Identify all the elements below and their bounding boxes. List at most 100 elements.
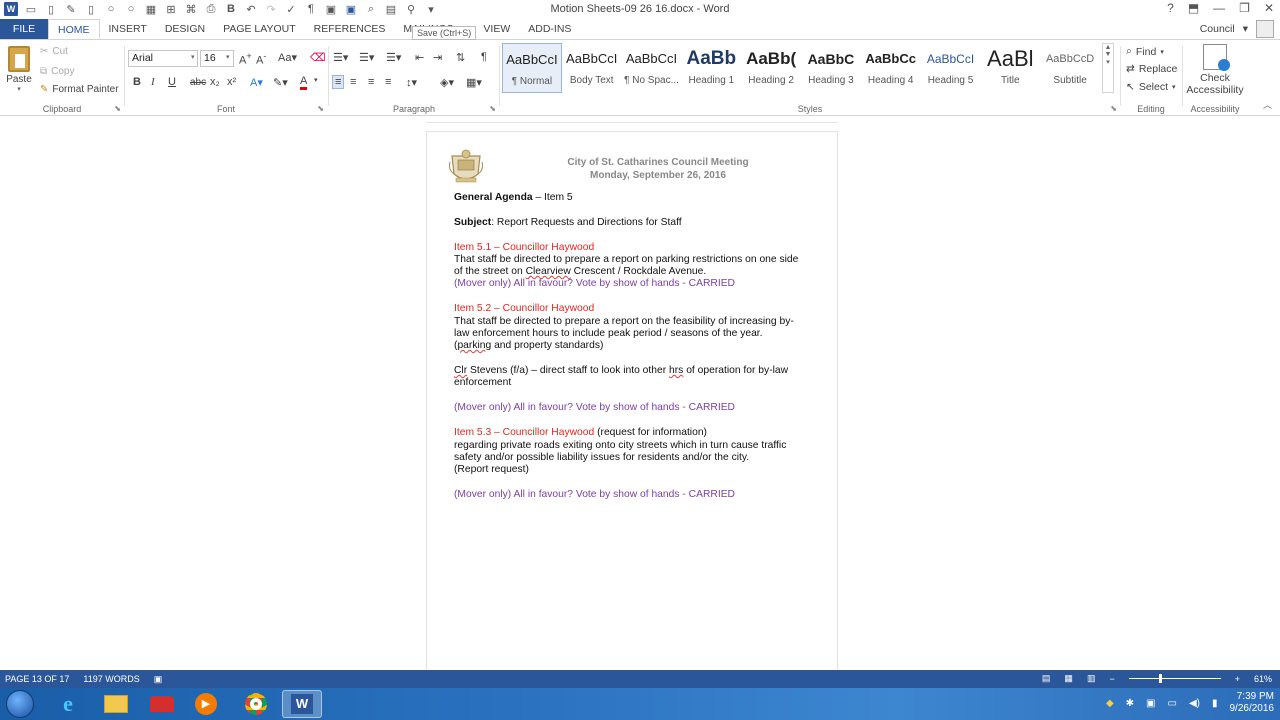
tab-insert[interactable]: INSERT xyxy=(100,19,156,39)
superscript-icon[interactable]: x² xyxy=(227,76,236,88)
zoom-in-button[interactable]: + xyxy=(1235,674,1240,684)
strikethrough-button[interactable]: abc xyxy=(190,77,206,88)
zoom-level[interactable]: 61% xyxy=(1254,674,1272,684)
italic-button[interactable]: I xyxy=(151,76,155,88)
start-button[interactable] xyxy=(6,690,34,718)
font-launcher-icon[interactable]: ⬊ xyxy=(317,104,324,113)
tab-view[interactable]: VIEW xyxy=(474,19,519,39)
system-tray: ◆ ✱ ▣ ▭ ◀) ▮ 7:39 PM 9/26/2016 xyxy=(1106,691,1274,715)
recorder-app-icon[interactable] xyxy=(142,690,182,718)
editing-group: Editing xyxy=(1121,40,1181,116)
item-5-2-title: Item 5.2 – Councillor Haywood xyxy=(454,303,595,314)
tray-shield-icon[interactable]: ◆ xyxy=(1106,698,1114,709)
clock-date: 9/26/2016 xyxy=(1229,703,1275,714)
avatar[interactable] xyxy=(1256,20,1274,38)
bold-button[interactable]: B xyxy=(133,76,141,88)
copy-button[interactable]: ⧉ Copy xyxy=(40,66,75,77)
proofing-icon[interactable]: ▣ xyxy=(154,674,163,685)
clipboard-launcher-icon[interactable]: ⬊ xyxy=(114,104,121,113)
increase-indent-icon[interactable]: ⇥ xyxy=(433,51,442,64)
account-name[interactable]: Council xyxy=(1200,19,1235,39)
zoom-slider[interactable] xyxy=(1128,674,1221,683)
decrease-indent-icon[interactable]: ⇤ xyxy=(415,51,424,64)
status-bar: PAGE 13 OF 17 1197 WORDS ▣ ▤ ▦ ▥ − + 61% xyxy=(0,670,1280,688)
line-spacing-icon[interactable]: ↕▾ xyxy=(406,76,417,89)
network-icon[interactable]: ▣ xyxy=(1146,698,1155,709)
font-color-icon[interactable]: A xyxy=(300,75,308,90)
grow-font-icon[interactable]: A+ xyxy=(239,51,252,67)
align-left-icon[interactable]: ≡ xyxy=(332,75,345,89)
highlight-icon[interactable]: ✎▾ xyxy=(273,76,288,89)
tab-references[interactable]: REFERENCES xyxy=(305,19,395,39)
item-5-1-vote: (Mover only) All in favour? Vote by show… xyxy=(454,278,735,289)
clr-stevens-line-2: enforcement xyxy=(454,377,512,388)
align-right-icon[interactable]: ≡ xyxy=(368,76,374,88)
multilevel-list-icon[interactable]: ☰▾ xyxy=(386,51,401,64)
power-icon[interactable]: ▮ xyxy=(1212,698,1218,709)
styles-launcher-icon[interactable]: ⬊ xyxy=(1110,104,1117,113)
subject-line: Subject: Report Requests and Directions … xyxy=(454,217,682,228)
align-center-icon[interactable]: ≡ xyxy=(350,76,356,88)
shading-icon[interactable]: ◈▾ xyxy=(440,76,454,89)
ribbon-tabs: FILE HOME INSERT DESIGN PAGE LAYOUT REFE… xyxy=(0,19,1280,39)
cut-button[interactable]: ✂ Cut xyxy=(40,46,68,57)
change-case-icon[interactable]: Aa▾ xyxy=(278,51,297,64)
word-count[interactable]: 1197 WORDS xyxy=(83,674,139,685)
display-icon[interactable]: ▭ xyxy=(1168,698,1177,709)
page-count[interactable]: PAGE 13 OF 17 xyxy=(5,674,69,685)
underline-button[interactable]: U xyxy=(168,76,176,88)
account-dropdown-icon[interactable]: ▾ xyxy=(1243,19,1248,39)
shrink-font-icon[interactable]: A- xyxy=(256,51,266,67)
web-layout-icon[interactable]: ▥ xyxy=(1087,673,1096,684)
collapse-ribbon-icon[interactable]: ︿ xyxy=(1263,98,1272,111)
doc-header-line2: Monday, September 26, 2016 xyxy=(590,170,726,181)
item-5-2-vote: (Mover only) All in favour? Vote by show… xyxy=(454,402,735,413)
file-explorer-icon[interactable] xyxy=(96,690,136,718)
document-page[interactable]: City of St. Catharines Council Meeting M… xyxy=(426,131,838,671)
scissors-icon: ✂ xyxy=(40,46,49,57)
paste-button[interactable]: Paste ▾ xyxy=(4,46,34,93)
tab-design[interactable]: DESIGN xyxy=(156,19,214,39)
doc-header-line1: City of St. Catharines Council Meeting xyxy=(567,157,749,168)
subscript-icon[interactable]: x₂ xyxy=(210,76,220,88)
chrome-icon[interactable] xyxy=(236,690,276,718)
volume-icon[interactable]: ◀) xyxy=(1189,698,1200,709)
clr-stevens-line-1: Clr Stevens (f/a) – direct staff to look… xyxy=(454,365,789,376)
tab-file[interactable]: FILE xyxy=(0,19,48,39)
zoom-out-button[interactable]: − xyxy=(1109,674,1114,684)
word-taskbar-icon[interactable]: W xyxy=(282,690,322,718)
media-player-icon[interactable]: ▶ xyxy=(186,690,226,718)
minimize-button[interactable]: — xyxy=(1213,1,1225,15)
read-mode-icon[interactable]: ▤ xyxy=(1042,673,1051,684)
print-layout-icon[interactable]: ▦ xyxy=(1064,673,1073,684)
ribbon-display-options-icon[interactable]: ⬒ xyxy=(1188,1,1199,15)
close-button[interactable]: ✕ xyxy=(1264,1,1274,15)
clock[interactable]: 7:39 PM 9/26/2016 xyxy=(1230,691,1275,715)
font-name-dropdown-icon[interactable]: ▾ xyxy=(191,53,195,61)
tab-add-ins[interactable]: ADD-INS xyxy=(519,19,580,39)
justify-icon[interactable]: ≡ xyxy=(385,76,391,88)
internet-explorer-icon[interactable]: e xyxy=(48,690,88,718)
text-effects-icon[interactable]: A▾ xyxy=(250,76,263,89)
document-canvas[interactable]: City of St. Catharines Council Meeting M… xyxy=(0,117,1280,671)
styles-group: Styles ⬊ xyxy=(500,40,1120,116)
clear-formatting-icon[interactable]: ⌫ xyxy=(310,51,326,64)
borders-icon[interactable]: ▦▾ xyxy=(466,76,482,89)
format-painter-button[interactable]: ✎ Format Painter xyxy=(40,84,119,95)
numbering-icon[interactable]: ☰▾ xyxy=(359,51,374,64)
font-size-dropdown-icon[interactable]: ▾ xyxy=(226,53,230,61)
font-color-dropdown-icon[interactable]: ▾ xyxy=(314,76,318,84)
font-name-combobox[interactable]: Arial xyxy=(128,50,198,67)
tab-page-layout[interactable]: PAGE LAYOUT xyxy=(214,19,305,39)
show-formatting-icon[interactable]: ¶ xyxy=(481,51,487,63)
paragraph-launcher-icon[interactable]: ⬊ xyxy=(489,104,496,113)
accessibility-group: Accessibility xyxy=(1183,40,1247,116)
previous-page-bottom xyxy=(426,117,838,123)
sort-icon[interactable]: ⇅ xyxy=(456,51,465,64)
window-title: Motion Sheets-09 26 16.docx - Word xyxy=(550,3,730,15)
help-button[interactable]: ? xyxy=(1167,1,1174,15)
tab-home[interactable]: HOME xyxy=(48,19,100,39)
bluetooth-icon[interactable]: ✱ xyxy=(1126,698,1134,709)
restore-button[interactable]: ❐ xyxy=(1239,1,1250,15)
bullets-icon[interactable]: ☰▾ xyxy=(333,51,348,64)
